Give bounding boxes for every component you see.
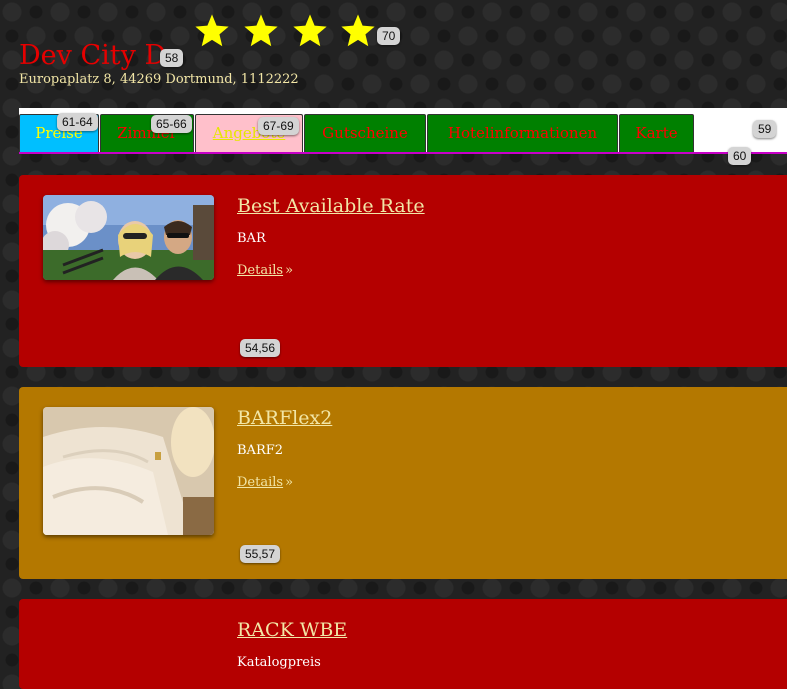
- hotel-address: Europaplatz 8, 44269 Dortmund, 1112222: [19, 72, 299, 87]
- rate-code: BARF2: [237, 443, 284, 458]
- rate-title[interactable]: BARFlex2: [237, 407, 332, 429]
- star-icon: [242, 12, 280, 50]
- details-link[interactable]: Details»: [237, 263, 293, 278]
- rate-title[interactable]: Best Available Rate: [237, 195, 425, 217]
- tab-gutscheine[interactable]: Gutscheine: [304, 114, 426, 152]
- element-badge: 58: [160, 49, 184, 67]
- element-badge: 67-69: [258, 117, 299, 135]
- star-icon: [193, 12, 231, 50]
- rate-card: Best Available Rate BAR Details»: [19, 175, 787, 367]
- rate-image[interactable]: [43, 195, 214, 280]
- star-icon: [339, 12, 377, 50]
- tab-hotelinformationen[interactable]: Hotelinformationen: [427, 114, 618, 152]
- rate-card: BARFlex2 BARF2 Details»: [19, 387, 787, 579]
- element-badge: 70: [377, 27, 401, 45]
- details-link[interactable]: Details»: [237, 475, 293, 490]
- element-badge: 59: [753, 120, 777, 138]
- details-label: Details: [237, 475, 284, 490]
- double-chevron-right-icon: »: [285, 475, 294, 490]
- double-chevron-right-icon: »: [285, 263, 294, 278]
- tab-bar: Preise Zimmer Angebote Gutscheine Hoteli…: [19, 108, 787, 154]
- hotel-title[interactable]: Dev City D: [19, 40, 166, 71]
- rate-title[interactable]: RACK WBE: [237, 619, 347, 641]
- element-badge: 65-66: [151, 115, 192, 133]
- star-icon: [291, 12, 329, 50]
- element-badge: 60: [728, 147, 752, 165]
- element-badge: 61-64: [57, 113, 98, 131]
- tab-karte[interactable]: Karte: [619, 114, 694, 152]
- rate-image[interactable]: [43, 407, 214, 535]
- details-label: Details: [237, 263, 284, 278]
- element-badge: 54,56: [240, 339, 281, 357]
- rate-code: BAR: [237, 231, 266, 246]
- element-badge: 55,57: [240, 545, 281, 563]
- rate-code: Katalogpreis: [237, 655, 321, 670]
